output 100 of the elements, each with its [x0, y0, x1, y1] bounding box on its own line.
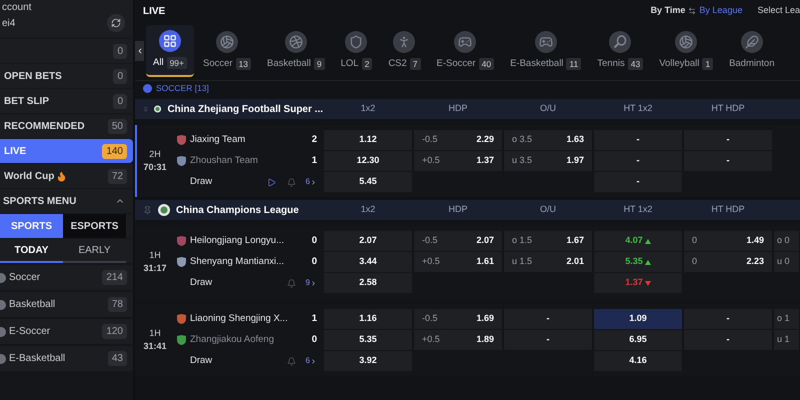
odds-cell[interactable]: 12.30: [324, 151, 412, 171]
odds-cell[interactable]: -0.5 1.69: [414, 309, 502, 329]
odds-cell[interactable]: -: [594, 130, 682, 150]
team-score: 1: [312, 312, 317, 326]
odds-cell[interactable]: -: [594, 151, 682, 171]
odds-cell[interactable]: 5.45: [324, 172, 412, 192]
odds-cell[interactable]: -: [684, 151, 772, 171]
odds-value: 2.29: [476, 133, 494, 146]
odds-cell[interactable]: 1.37: [594, 273, 682, 293]
tab[interactable]: EARLY: [63, 239, 126, 263]
market-count[interactable]: 6: [306, 355, 310, 367]
menu-item[interactable]: RECOMMENDED 50: [0, 114, 133, 138]
count-badge: 13: [236, 58, 252, 70]
tab[interactable]: SPORTS: [0, 214, 63, 238]
odds-cell[interactable]: 0 1.49: [684, 231, 772, 251]
odds-cell[interactable]: -: [504, 330, 592, 350]
odds-cell[interactable]: 1.12: [324, 130, 412, 150]
collapse-button[interactable]: [135, 41, 144, 61]
sport-tab[interactable]: Badminton: [722, 25, 782, 77]
bell-icon[interactable]: [286, 356, 296, 366]
odds-cell[interactable]: 6.95: [594, 330, 682, 350]
handicap-line: o 1.5: [512, 234, 532, 248]
odds-value: 1.61: [476, 255, 494, 268]
league-header[interactable]: China Zhejiang Football Super ... 1x2 HDP O/U HT 1x2 HT HDP: [135, 99, 800, 119]
odds-cell[interactable]: 1.09: [594, 309, 682, 329]
menu-label: World Cup: [4, 170, 54, 184]
tab[interactable]: ESPORTS: [63, 214, 126, 238]
sport-tab[interactable]: CS2 7: [381, 25, 428, 77]
account-label: ccount: [2, 1, 32, 14]
team-name: Zhangjiakou Aofeng: [190, 332, 274, 347]
count-badge: 99+: [166, 56, 187, 70]
odds-cell[interactable]: -0.5 2.29: [414, 130, 502, 150]
odds-cell[interactable]: +0.5 1.61: [414, 252, 502, 272]
sport-item[interactable]: Basketball 78: [0, 292, 133, 317]
sport-tab[interactable]: E-Basketball 11: [503, 25, 588, 77]
odds-cell[interactable]: 3.92: [324, 351, 412, 371]
sport-tab[interactable]: Volleyball 1: [652, 25, 720, 77]
sport-tab[interactable]: LOL 2: [334, 25, 380, 77]
sport-item[interactable]: E-Soccer 120: [0, 319, 133, 344]
pin-icon[interactable]: [143, 206, 152, 214]
sport-tab[interactable]: E-Soccer 40: [430, 25, 502, 77]
odds-cell[interactable]: u 1: [774, 330, 799, 350]
odds-cell[interactable]: o 1: [774, 309, 799, 329]
market-count[interactable]: 9: [306, 277, 310, 289]
caret-icon: [310, 358, 317, 364]
odds-cell[interactable]: o 3.5 1.63: [504, 130, 592, 150]
odds-cell[interactable]: 4.07: [594, 231, 682, 251]
refresh-button[interactable]: [107, 14, 125, 32]
sort-option[interactable]: By Time: [650, 4, 686, 18]
odds-cell[interactable]: 2.07: [324, 231, 412, 251]
league-header[interactable]: China Champions League 1x2 HDP O/U HT 1x2 HT HDP: [135, 200, 800, 220]
odds-cell[interactable]: u 1.5 2.01: [504, 252, 592, 272]
menu-item[interactable]: World Cup 72: [0, 164, 133, 188]
odds-cell[interactable]: 3.44: [324, 252, 412, 272]
odds-cell[interactable]: -: [684, 309, 772, 329]
swap-icon: [688, 7, 696, 15]
sport-item[interactable]: Soccer 214: [0, 265, 133, 290]
odds-cell[interactable]: u 3.5 1.97: [504, 151, 592, 171]
odds-cell[interactable]: +0.5 1.37: [414, 151, 502, 171]
odds-cell[interactable]: 1.16: [324, 309, 412, 329]
odds-cell[interactable]: -: [504, 309, 592, 329]
menu-item[interactable]: OPEN BETS 0: [0, 64, 133, 88]
odds-value: -: [546, 312, 550, 326]
tab[interactable]: TODAY: [0, 239, 63, 263]
odds-cell[interactable]: o 0: [774, 231, 799, 251]
odds-cell[interactable]: -: [684, 330, 772, 350]
sport-tab[interactable]: Soccer 13: [196, 25, 258, 77]
count-badge: 7: [410, 58, 421, 70]
odds-cell[interactable]: +0.5 1.89: [414, 330, 502, 350]
pin-icon[interactable]: [143, 104, 148, 114]
menu-item[interactable]: BET SLIP 0: [0, 89, 133, 113]
sport-tab[interactable]: Tennis 43: [590, 25, 650, 77]
video-icon[interactable]: [266, 178, 277, 186]
market-count[interactable]: 6: [306, 176, 310, 188]
handicap-line: u 3.5: [512, 154, 532, 168]
menu-item[interactable]: 0: [0, 39, 133, 63]
bell-icon[interactable]: [286, 178, 296, 186]
odds-cell[interactable]: -: [684, 130, 772, 150]
team-score: 0: [312, 234, 317, 248]
sport-label: LOL: [340, 56, 359, 71]
odds-cell[interactable]: 5.35: [324, 330, 412, 350]
match-clock: 31:41: [143, 340, 167, 353]
sport-tab[interactable]: All 99+: [146, 25, 194, 77]
sport-tab[interactable]: Basketball 9: [260, 25, 332, 77]
sport-item[interactable]: E-Basketball 43: [0, 346, 133, 371]
odds-cell[interactable]: 0 2.23: [684, 252, 772, 272]
odds-cell[interactable]: u 0: [774, 252, 799, 272]
sort-option[interactable]: By League: [699, 4, 742, 18]
odds-cell[interactable]: o 1.5 1.67: [504, 231, 592, 251]
bell-icon[interactable]: [286, 278, 296, 288]
sport-name: Basketball: [9, 298, 56, 312]
odds-value: 3.44: [359, 255, 377, 268]
odds-cell[interactable]: -: [594, 172, 682, 192]
odds-value: 1.69: [476, 312, 494, 326]
odds-cell[interactable]: 4.16: [594, 351, 682, 371]
select-league-link[interactable]: Select Lea: [757, 4, 800, 18]
odds-cell[interactable]: 2.58: [324, 273, 412, 293]
odds-cell[interactable]: -0.5 2.07: [414, 231, 502, 251]
menu-item[interactable]: LIVE 140: [0, 139, 133, 163]
odds-cell[interactable]: 5.35: [594, 252, 682, 272]
